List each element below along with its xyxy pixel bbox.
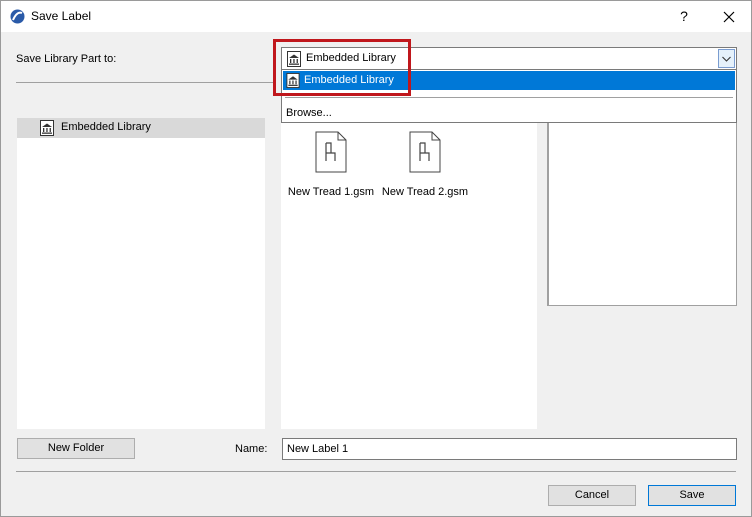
close-icon: [723, 11, 735, 23]
folder-tree-panel[interactable]: [17, 118, 265, 429]
file-name: New Tread 1.gsm: [287, 186, 375, 198]
save-label-dialog: Save Label ? Save Library Part to: Embed…: [0, 0, 752, 517]
save-button[interactable]: Save: [648, 485, 736, 506]
close-button[interactable]: [707, 1, 751, 32]
help-button[interactable]: ?: [669, 1, 699, 32]
preview-panel: [547, 118, 737, 306]
save-to-label: Save Library Part to:: [16, 53, 117, 65]
separator-bottom: [16, 471, 736, 472]
name-input[interactable]: [282, 438, 737, 460]
file-item[interactable]: New Tread 2.gsm: [377, 131, 473, 211]
chair-file-icon: [315, 131, 347, 173]
chevron-down-icon: [722, 56, 731, 62]
tree-item-embedded-library[interactable]: Embedded Library: [17, 118, 265, 138]
name-label: Name:: [235, 443, 268, 455]
combo-dropdown-button[interactable]: [718, 49, 735, 68]
separator-top: [16, 82, 276, 83]
window-title: Save Label: [31, 9, 92, 23]
dropdown-separator: [285, 97, 733, 98]
library-icon: [40, 120, 54, 136]
file-item[interactable]: New Tread 1.gsm: [283, 131, 379, 211]
new-folder-button[interactable]: New Folder: [17, 438, 135, 459]
archicad-app-icon: [10, 9, 25, 24]
cancel-button[interactable]: Cancel: [548, 485, 636, 506]
chair-file-icon: [409, 131, 441, 173]
title-bar: Save Label ?: [1, 1, 751, 32]
file-name: New Tread 2.gsm: [381, 186, 469, 198]
tree-item-label: Embedded Library: [61, 121, 151, 133]
annotation-highlight-box: [273, 39, 411, 96]
dropdown-option-browse[interactable]: Browse...: [286, 107, 332, 119]
